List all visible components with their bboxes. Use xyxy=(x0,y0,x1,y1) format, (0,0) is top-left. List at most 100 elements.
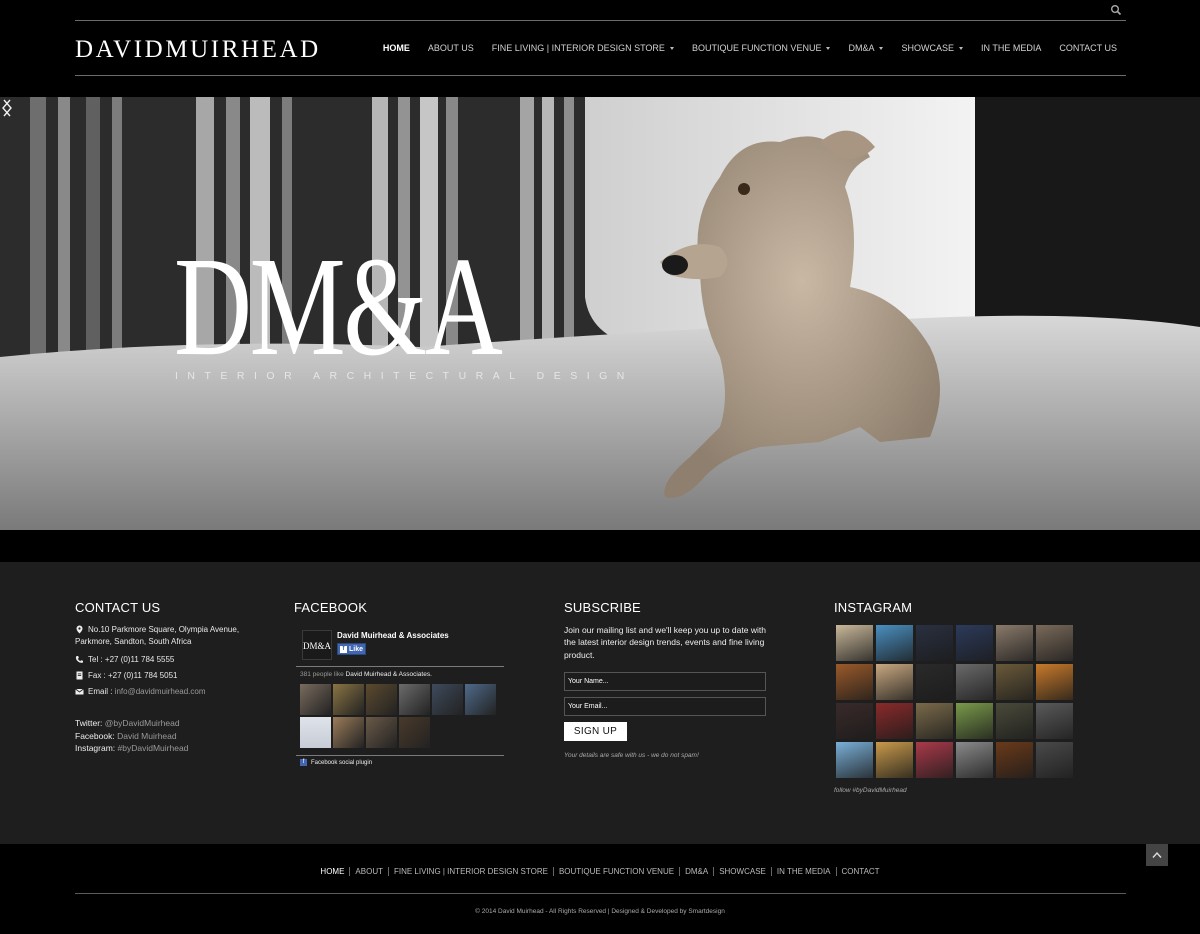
facebook-like-button[interactable]: f Like xyxy=(337,643,366,655)
email-link[interactable]: info@davidmuirhead.com xyxy=(115,687,206,696)
phone-icon xyxy=(75,656,83,663)
instagram-link[interactable]: #byDavidMuirhead xyxy=(118,743,189,753)
nav-item-home[interactable]: HOME xyxy=(365,43,410,53)
slider-next-arrow-icon[interactable] xyxy=(0,97,14,119)
contact-address-2: Parkmore, Sandton, South Africa xyxy=(75,636,192,648)
instagram-photo[interactable] xyxy=(836,664,873,700)
subscribe-email-input[interactable]: Your Email... xyxy=(564,697,766,716)
instagram-photo[interactable] xyxy=(1036,625,1073,661)
instagram-grid xyxy=(836,625,1074,778)
nav-item-label: SHOWCASE xyxy=(901,43,954,53)
facebook-fan-avatar[interactable] xyxy=(399,684,430,715)
site-logo[interactable]: DAVIDMUIRHEAD xyxy=(75,36,321,64)
top-bar xyxy=(75,0,1126,21)
instagram-photo[interactable] xyxy=(916,742,953,778)
instagram-photo[interactable] xyxy=(996,703,1033,739)
signup-button[interactable]: SIGN UP xyxy=(564,722,627,741)
chevron-up-icon xyxy=(1152,851,1162,858)
search-icon[interactable] xyxy=(1110,4,1122,16)
instagram-photo[interactable] xyxy=(876,625,913,661)
twitter-link[interactable]: @byDavidMuirhead xyxy=(105,718,180,728)
instagram-photo[interactable] xyxy=(956,703,993,739)
footer-nav-showcase[interactable]: SHOWCASE xyxy=(713,867,771,876)
instagram-label: Instagram: xyxy=(75,743,116,753)
address-line-2: Parkmore, Sandton, South Africa xyxy=(75,637,192,646)
instagram-photo[interactable] xyxy=(916,664,953,700)
instagram-photo[interactable] xyxy=(956,664,993,700)
hero-bottom-strip xyxy=(0,530,1200,562)
footer-widgets: CONTACT US No.10 Parkmore Square, Olympi… xyxy=(0,562,1200,844)
nav-item-showcase[interactable]: SHOWCASE xyxy=(883,43,963,53)
facebook-fan-avatar[interactable] xyxy=(399,717,430,748)
fax-icon xyxy=(76,671,83,680)
instagram-photo[interactable] xyxy=(956,742,993,778)
footer-nav-fine-living-interior-design-store[interactable]: FINE LIVING | INTERIOR DESIGN STORE xyxy=(387,867,553,876)
instagram-photo[interactable] xyxy=(916,703,953,739)
nav-item-about-us[interactable]: ABOUT US xyxy=(410,43,474,53)
footer-nav-in-the-media[interactable]: IN THE MEDIA xyxy=(770,867,836,876)
footer-nav-contact[interactable]: CONTACT xyxy=(835,867,885,876)
nav-item-fine-living-interior-design-store[interactable]: FINE LIVING | INTERIOR DESIGN STORE xyxy=(474,43,674,53)
facebook-count-text: 381 people like xyxy=(300,671,344,678)
instagram-photo[interactable] xyxy=(876,703,913,739)
instagram-photo[interactable] xyxy=(836,703,873,739)
envelope-icon xyxy=(75,688,84,695)
facebook-label: Facebook: xyxy=(75,731,115,741)
subscribe-name-input[interactable]: Your Name... xyxy=(564,672,766,691)
instagram-photo[interactable] xyxy=(1036,742,1073,778)
contact-title: CONTACT US xyxy=(75,600,161,615)
twitter-label: Twitter: xyxy=(75,718,103,728)
facebook-link[interactable]: David Muirhead xyxy=(117,731,177,741)
facebook-fan-avatar[interactable] xyxy=(333,684,364,715)
facebook-fan-avatar[interactable] xyxy=(432,684,463,715)
facebook-like-count: 381 people like David Muirhead & Associa… xyxy=(300,671,432,678)
instagram-follow-link[interactable]: follow #byDavidMuirhead xyxy=(834,787,907,794)
instagram-photo[interactable] xyxy=(836,625,873,661)
instagram-photo[interactable] xyxy=(1036,703,1073,739)
instagram-photo[interactable] xyxy=(876,742,913,778)
facebook-fan-avatar[interactable] xyxy=(333,717,364,748)
footer-nav-dm-a[interactable]: DM&A xyxy=(679,867,713,876)
facebook-plugin-footer[interactable]: f Facebook social plugin xyxy=(300,759,372,766)
nav-item-label: DM&A xyxy=(848,43,875,53)
instagram-photo[interactable] xyxy=(996,664,1033,700)
facebook-fan-avatar[interactable] xyxy=(300,717,331,748)
instagram-title: INSTAGRAM xyxy=(834,600,913,615)
nav-item-boutique-function-venue[interactable]: BOUTIQUE FUNCTION VENUE xyxy=(674,43,831,53)
facebook-fan-avatar[interactable] xyxy=(366,717,397,748)
facebook-fan-avatar[interactable] xyxy=(366,684,397,715)
nav-item-contact-us[interactable]: CONTACT US xyxy=(1041,43,1117,53)
nav-item-dm-a[interactable]: DM&A xyxy=(830,43,884,53)
hero-slider: DM&A INTERIOR ARCHITECTURAL DESIGN xyxy=(0,97,1200,530)
subscribe-privacy-note: Your details are safe with us - we do no… xyxy=(564,752,699,759)
facebook-fan-avatar[interactable] xyxy=(300,684,331,715)
instagram-photo[interactable] xyxy=(836,742,873,778)
instagram-photo[interactable] xyxy=(916,625,953,661)
header-divider xyxy=(75,75,1126,76)
footer-nav-boutique-function-venue[interactable]: BOUTIQUE FUNCTION VENUE xyxy=(552,867,679,876)
copyright-text: © 2014 David Muirhead - All Rights Reser… xyxy=(475,908,725,915)
instagram-photo[interactable] xyxy=(996,742,1033,778)
footer-nav-about[interactable]: ABOUT xyxy=(349,867,388,876)
facebook-page-name[interactable]: David Muirhead & Associates xyxy=(337,631,449,640)
facebook-page-logo[interactable]: DM&A xyxy=(302,630,332,660)
back-to-top-button[interactable] xyxy=(1146,844,1168,866)
facebook-count-page[interactable]: David Muirhead & Associates. xyxy=(346,671,432,678)
nav-item-label: CONTACT US xyxy=(1059,43,1117,53)
instagram-photo[interactable] xyxy=(1036,664,1073,700)
hero-title: DM&A xyxy=(174,227,503,385)
instagram-photo[interactable] xyxy=(996,625,1033,661)
fax-text: Fax : +27 (0)11 784 5051 xyxy=(88,671,178,680)
facebook-fan-avatar[interactable] xyxy=(465,684,496,715)
site-footer: HOME ABOUT FINE LIVING | INTERIOR DESIGN S… xyxy=(0,844,1200,934)
instagram-line: Instagram: #byDavidMuirhead xyxy=(75,742,188,754)
tel-text: Tel : +27 (0)11 784 5555 xyxy=(88,655,175,664)
instagram-photo[interactable] xyxy=(876,664,913,700)
nav-item-in-the-media[interactable]: IN THE MEDIA xyxy=(963,43,1041,53)
instagram-photo[interactable] xyxy=(956,625,993,661)
footer-nav-home[interactable]: HOME xyxy=(315,867,349,876)
facebook-divider-2 xyxy=(296,755,504,756)
contact-address: No.10 Parkmore Square, Olympia Avenue, xyxy=(75,624,239,636)
nav-item-label: IN THE MEDIA xyxy=(980,43,1042,53)
facebook-divider xyxy=(296,666,504,667)
